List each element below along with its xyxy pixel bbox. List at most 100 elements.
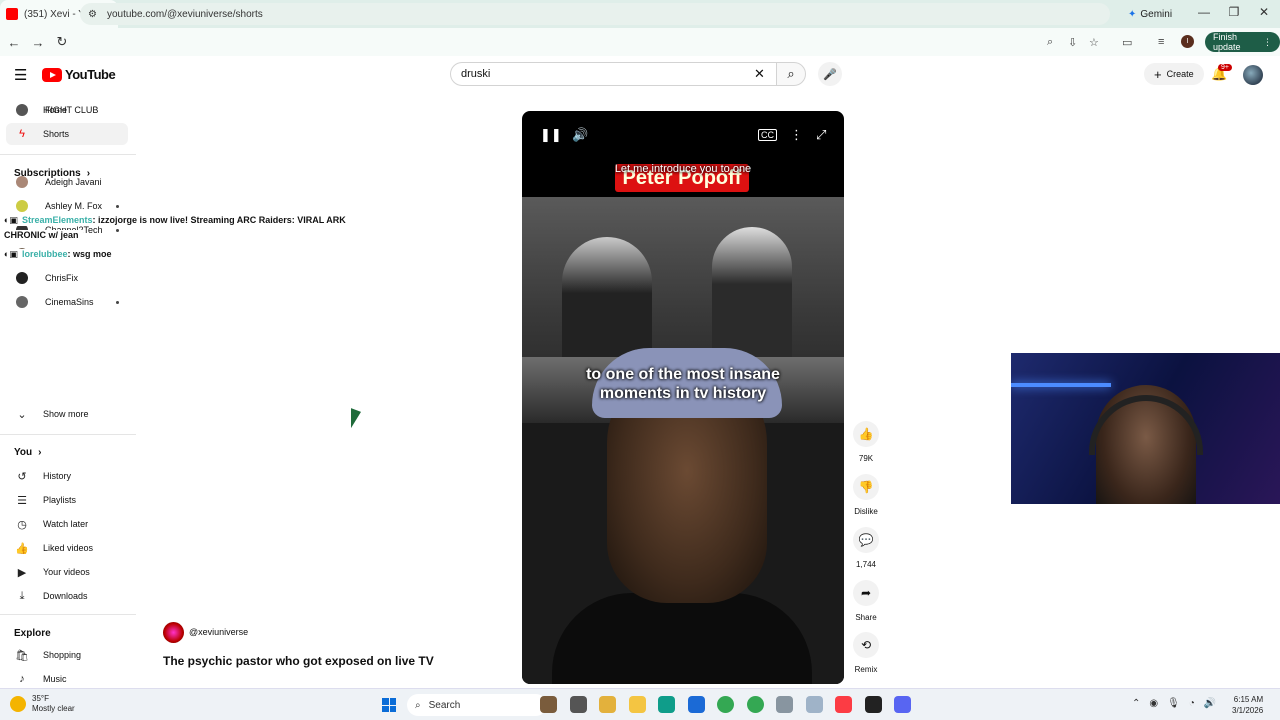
tab-search-icon[interactable]: ≡ bbox=[1158, 36, 1164, 48]
channel-avatar[interactable] bbox=[163, 622, 184, 643]
microphone-icon[interactable]: 🎙 bbox=[1167, 698, 1180, 709]
sidebar-item-music[interactable]: ♪ Music bbox=[6, 668, 128, 688]
caption-top: Let me introduce you to one bbox=[614, 163, 752, 175]
clock[interactable]: 6:15 AM 3/1/2026 bbox=[1232, 694, 1263, 716]
close-window-icon[interactable]: ✕ bbox=[1250, 5, 1278, 19]
search-input[interactable]: druski bbox=[450, 62, 776, 86]
reload-icon[interactable]: ↻ bbox=[50, 34, 74, 50]
youtube-logo-text: YouTube bbox=[65, 67, 116, 82]
search-button[interactable]: ⌕ bbox=[776, 62, 806, 86]
start-icon[interactable] bbox=[382, 698, 396, 712]
channel-avatar bbox=[16, 296, 28, 308]
chat-text: : wsg moe bbox=[67, 249, 112, 259]
youtube-logo[interactable]: YouTube bbox=[42, 67, 116, 82]
sidebar-item-subscription[interactable]: ChrisFix bbox=[6, 267, 128, 289]
site-info-icon[interactable]: ⚙ bbox=[88, 9, 97, 20]
channel-avatar bbox=[16, 200, 28, 212]
comments-button[interactable]: 💬 1,744 bbox=[851, 527, 881, 569]
system-tray: ⌃ ◉ 🎙 ◔ 🔊 bbox=[1132, 698, 1216, 709]
create-button[interactable]: + Create bbox=[1144, 63, 1204, 85]
finish-update-button[interactable]: Finish update ⋮ bbox=[1205, 32, 1280, 52]
zoom-icon[interactable]: ⌕ bbox=[1047, 36, 1053, 49]
speaker-icon[interactable]: 🔊 bbox=[1204, 698, 1216, 709]
channel-handle[interactable]: @xeviuniverse bbox=[189, 627, 248, 637]
shorts-icon: ϟ bbox=[19, 128, 25, 140]
copilot-icon[interactable] bbox=[599, 696, 616, 713]
sidebar-item-subscription[interactable]: Adeigh Javani bbox=[6, 171, 128, 193]
like-button[interactable]: 👍 79K bbox=[851, 421, 881, 463]
menu-icon[interactable]: ☰ bbox=[14, 66, 27, 84]
install-app-icon[interactable]: ⇩ bbox=[1068, 36, 1077, 49]
volume-icon[interactable]: 🔊 bbox=[572, 127, 588, 143]
sidebar-item-shopping[interactable]: 🛍 Shopping bbox=[6, 644, 128, 666]
sidebar-item-playlists[interactable]: ☰ Playlists bbox=[6, 489, 128, 511]
sidebar-item-history[interactable]: ↺ History bbox=[6, 465, 128, 487]
chrome-icon[interactable] bbox=[717, 696, 734, 713]
forward-icon[interactable]: → bbox=[26, 35, 50, 50]
sidebar-item-your-videos[interactable]: ▶ Your videos bbox=[6, 561, 128, 583]
playlists-icon: ☰ bbox=[17, 494, 27, 507]
sidebar-item-subscription[interactable]: FIGHT CLUB bbox=[6, 99, 128, 121]
voice-search-icon[interactable]: 🎤 bbox=[818, 62, 842, 86]
sidebar-item-label: Your videos bbox=[43, 567, 90, 577]
more-options-icon[interactable]: ⋮ bbox=[790, 127, 803, 143]
file-explorer-icon[interactable] bbox=[628, 696, 646, 713]
video-title[interactable]: The psychic pastor who got exposed on li… bbox=[163, 654, 434, 668]
dislike-button[interactable]: 👎 Dislike bbox=[851, 474, 881, 516]
app-icon[interactable] bbox=[540, 696, 557, 713]
sidebar-item-label: Playlists bbox=[43, 495, 77, 505]
weather-widget[interactable]: 35°F Mostly clear bbox=[10, 694, 75, 714]
pause-icon[interactable]: ❚❚ bbox=[540, 127, 562, 143]
discord-icon[interactable] bbox=[894, 696, 911, 713]
clear-search-icon[interactable]: ✕ bbox=[754, 66, 765, 82]
new-content-dot bbox=[116, 301, 119, 304]
sidebar-item-label: ChrisFix bbox=[45, 273, 78, 283]
address-bar[interactable]: ⚙ youtube.com/@xeviuniverse/shorts bbox=[80, 3, 1110, 25]
bookmark-star-icon[interactable]: ☆ bbox=[1089, 36, 1099, 49]
fullscreen-icon[interactable]: ⤢ bbox=[816, 127, 826, 143]
sidebar-item-label: History bbox=[43, 471, 72, 481]
settings-icon[interactable] bbox=[776, 696, 793, 713]
music-app-icon[interactable] bbox=[835, 696, 852, 713]
sidebar-item-downloads[interactable]: ⤓ Downloads bbox=[6, 585, 128, 607]
you-heading[interactable]: You › bbox=[14, 447, 42, 458]
shorts-player[interactable]: ❚❚ 🔊 CC ⋮ ⤢ Peter Popoff Let me introduc… bbox=[522, 111, 844, 684]
plus-icon: + bbox=[1154, 66, 1162, 82]
sidebar-item-liked-videos[interactable]: 👍 Liked videos bbox=[6, 537, 128, 559]
show-more-button[interactable]: ⌄ Show more bbox=[6, 403, 128, 425]
chevron-up-icon[interactable]: ⌃ bbox=[1132, 698, 1140, 709]
side-panel-icon[interactable]: ▭ bbox=[1122, 36, 1132, 49]
music-icon: ♪ bbox=[19, 673, 25, 685]
edge-icon[interactable] bbox=[658, 696, 675, 713]
create-label: Create bbox=[1166, 69, 1194, 79]
restore-icon[interactable]: ❐ bbox=[1220, 5, 1248, 19]
sidebar-item-watch-later[interactable]: ◷ Watch later bbox=[6, 513, 128, 535]
network-icon[interactable]: ◉ bbox=[1149, 698, 1158, 709]
terminal-icon[interactable] bbox=[569, 696, 587, 713]
photos-icon[interactable] bbox=[805, 696, 823, 713]
remix-icon: ⟲ bbox=[853, 632, 879, 658]
sidebar-item-subscription[interactable]: CinemaSins bbox=[6, 291, 128, 313]
back-icon[interactable]: ← bbox=[2, 35, 26, 50]
history-icon: ↺ bbox=[17, 470, 27, 483]
channel-avatar bbox=[16, 176, 28, 188]
wifi-icon[interactable]: ◔ bbox=[1189, 698, 1195, 709]
windows-taskbar: 35°F Mostly clear ⌕ Search ⌃ ◉ 🎙 ◔ 🔊 6:1… bbox=[0, 688, 1280, 720]
sidebar-item-shorts[interactable]: ϟ Shorts bbox=[6, 123, 128, 145]
app-icon[interactable] bbox=[864, 696, 882, 713]
profile-avatar[interactable]: I bbox=[1181, 35, 1194, 48]
chat-user: lorelubbee bbox=[22, 249, 68, 259]
gemini-button[interactable]: ✦ Gemini bbox=[1118, 4, 1182, 24]
share-button[interactable]: ➦ Share bbox=[851, 580, 881, 622]
streamer-webcam bbox=[1011, 353, 1280, 504]
account-avatar[interactable] bbox=[1243, 65, 1263, 85]
captions-icon[interactable]: CC bbox=[758, 129, 777, 141]
sidebar-item-subscription[interactable]: Ashley M. Fox bbox=[6, 195, 128, 217]
taskbar-search[interactable]: ⌕ Search bbox=[407, 694, 547, 716]
remix-button[interactable]: ⟲ Remix bbox=[851, 632, 881, 674]
like-count: 79K bbox=[858, 454, 874, 463]
minimize-icon[interactable]: — bbox=[1190, 5, 1218, 19]
sidebar-item-label: Adeigh Javani bbox=[45, 177, 102, 187]
store-icon[interactable] bbox=[687, 696, 705, 713]
chrome-icon[interactable] bbox=[746, 696, 764, 713]
